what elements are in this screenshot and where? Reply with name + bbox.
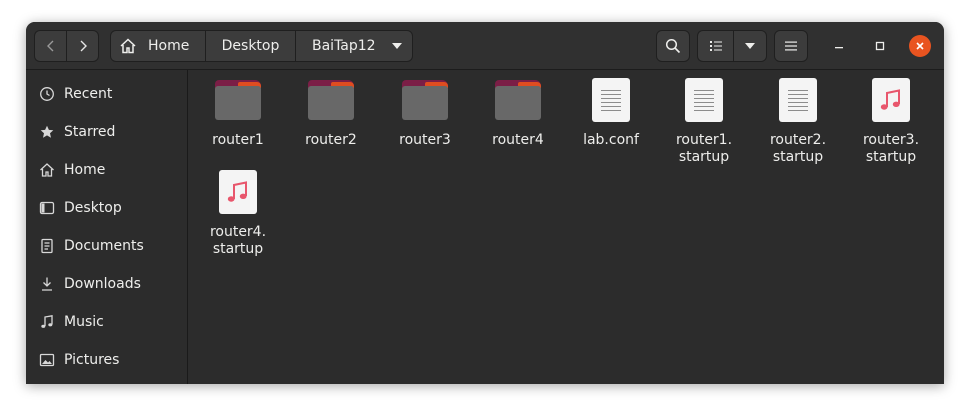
text-file-icon [587, 78, 635, 126]
file-name: lab.conf [583, 132, 639, 148]
chevron-left-icon [46, 40, 53, 52]
list-view-icon [709, 41, 722, 51]
breadcrumb: Home Desktop BaiTap12 [110, 30, 413, 62]
sidebar-item-label: Desktop [64, 200, 122, 216]
file-name: router1 [212, 132, 264, 148]
sidebar-item-label: Pictures [64, 352, 120, 368]
folder-icon [401, 78, 449, 126]
folder-icon [494, 78, 542, 126]
file-grid: router1 router2 router3 router4 lab.conf… [188, 70, 944, 384]
sidebar-item-label: Starred [64, 124, 116, 140]
text-file-icon [774, 78, 822, 126]
back-button[interactable] [34, 30, 66, 62]
star-icon [40, 125, 54, 138]
view-options-button[interactable] [733, 30, 767, 62]
hamburger-menu-icon [785, 41, 797, 51]
minimize-icon [835, 47, 843, 49]
folder-icon [214, 78, 262, 126]
breadcrumb-home[interactable]: Home [111, 31, 206, 61]
music-icon [41, 315, 53, 328]
sidebar-item-music[interactable]: Music [26, 303, 187, 341]
breadcrumb-home-label: Home [148, 38, 190, 54]
text-file-icon [680, 78, 728, 126]
forward-button[interactable] [66, 30, 99, 62]
sidebar-item-label: Home [64, 162, 106, 178]
folder-icon [307, 78, 355, 126]
file-name: router3. startup [862, 132, 920, 165]
list-view-button[interactable] [697, 30, 733, 62]
pictures-icon [39, 353, 55, 367]
desktop-icon [39, 201, 55, 215]
home-icon [40, 163, 54, 177]
music-note-icon [880, 89, 900, 110]
clock-icon [40, 87, 54, 101]
audio-file-icon [214, 170, 262, 218]
sidebar-item-downloads[interactable]: Downloads [26, 265, 187, 303]
minimize-button[interactable] [829, 36, 849, 56]
sidebar-item-label: Recent [64, 86, 113, 102]
maximize-icon [875, 41, 885, 51]
sidebar-item-label: Downloads [64, 276, 141, 292]
breadcrumb-desktop-label: Desktop [221, 38, 280, 54]
breadcrumb-desktop[interactable]: Desktop [206, 31, 296, 61]
main-menu-button[interactable] [774, 30, 808, 62]
sidebar-item-desktop[interactable]: Desktop [26, 189, 187, 227]
sidebar-item-label: Documents [64, 238, 144, 254]
search-icon [665, 38, 681, 54]
documents-icon [41, 238, 53, 254]
file-name: router1. startup [675, 132, 733, 165]
header-bar: Home Desktop BaiTap12 [26, 22, 944, 70]
breadcrumb-current-label: BaiTap12 [312, 38, 376, 54]
sidebar-item-recent[interactable]: Recent [26, 75, 187, 113]
caret-down-icon [745, 43, 755, 49]
sidebar-item-documents[interactable]: Documents [26, 227, 187, 265]
sidebar-item-home[interactable]: Home [26, 151, 187, 189]
close-button[interactable] [909, 35, 931, 57]
audio-file-icon [867, 78, 915, 126]
file-name: router3 [399, 132, 451, 148]
sidebar-item-label: Music [64, 314, 104, 330]
maximize-button[interactable] [870, 36, 890, 56]
file-manager-window: Home Desktop BaiTap12 Recent Starred Hom… [26, 22, 944, 384]
caret-down-icon [391, 43, 402, 49]
file-name: router4 [492, 132, 544, 148]
breadcrumb-current-folder[interactable]: BaiTap12 [296, 31, 412, 61]
home-icon [120, 38, 136, 54]
sidebar: Recent Starred Home Desktop Documents Do… [26, 70, 188, 384]
sidebar-item-pictures[interactable]: Pictures [26, 341, 187, 379]
music-note-icon [227, 181, 247, 202]
download-icon [42, 277, 52, 291]
file-name: router2. startup [769, 132, 827, 165]
sidebar-item-starred[interactable]: Starred [26, 113, 187, 151]
file-name: router4. startup [209, 224, 267, 257]
search-button[interactable] [656, 30, 690, 62]
file-name: router2 [305, 132, 357, 148]
chevron-right-icon [80, 40, 87, 52]
close-icon [916, 42, 924, 50]
